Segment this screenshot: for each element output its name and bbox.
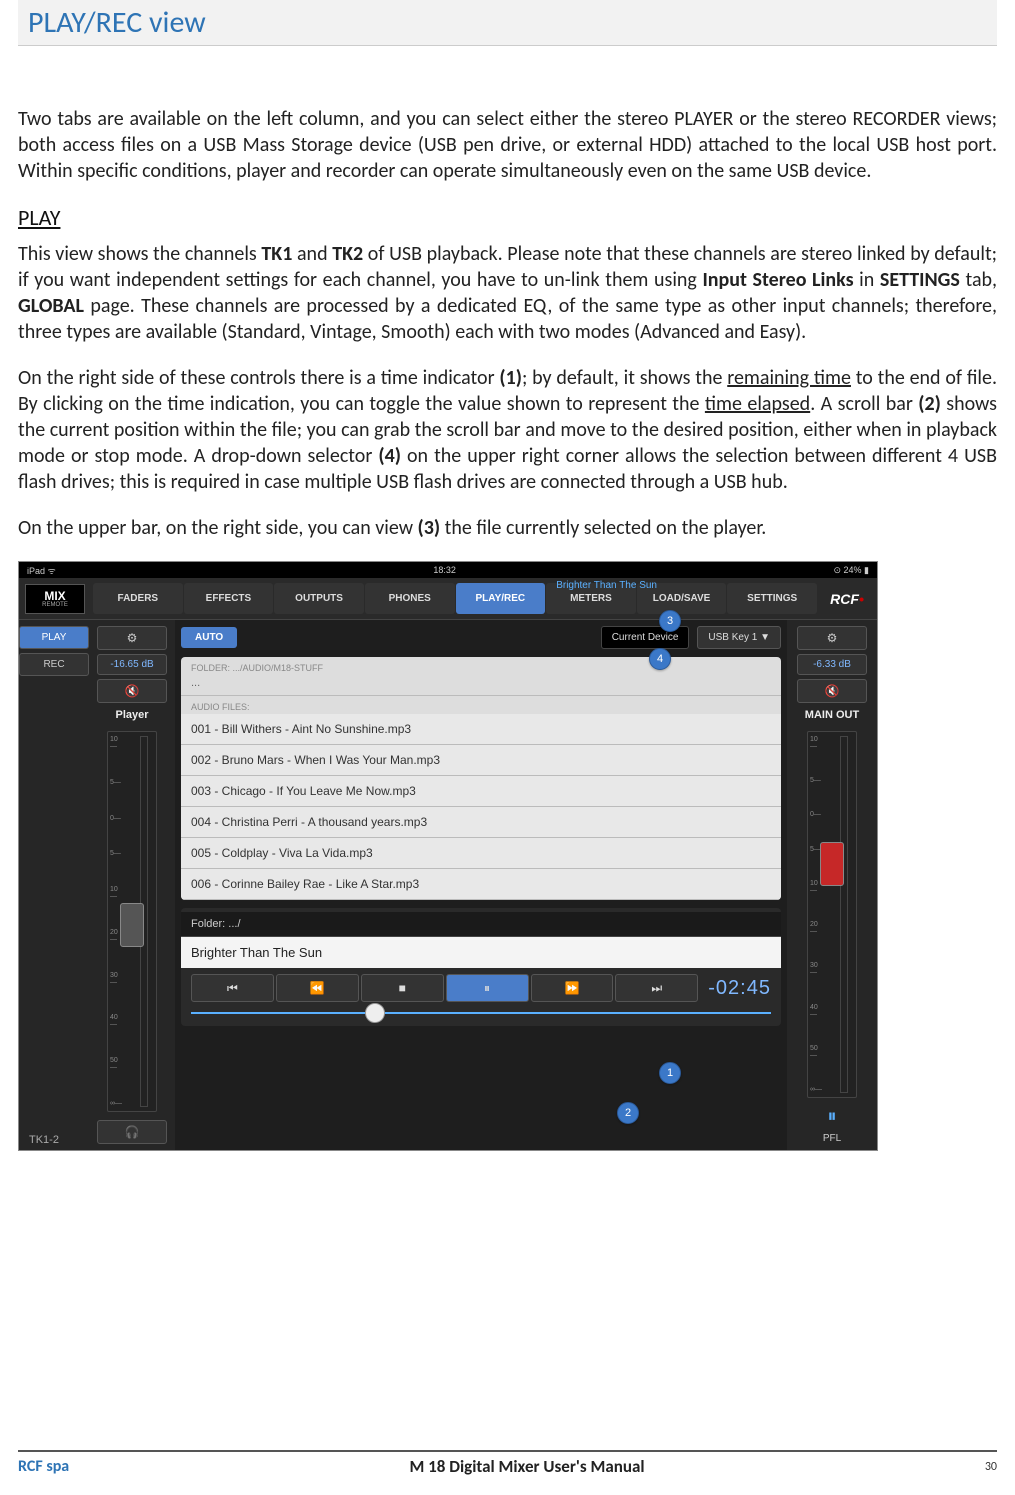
main-out-col: ⚙ -6.33 dB 🔇 MAIN OUT 10—5—0—5—10—20—30—…: [787, 620, 877, 1150]
nav-tabs: FADERS EFFECTS OUTPUTS PHONES PLAY/REC M…: [93, 583, 817, 614]
callout-ref-2: (2): [918, 392, 941, 416]
text-time-elapsed: time elapsed: [705, 392, 810, 416]
pause-button[interactable]: ⏸: [446, 974, 529, 1002]
text-tk2: TK2: [332, 242, 363, 266]
rec-tab[interactable]: REC: [19, 653, 89, 676]
tab-effects[interactable]: EFFECTS: [184, 583, 274, 614]
transport-panel: Folder: .../ Brighter Than The Sun ⏮ ⏪ ■…: [181, 908, 781, 1026]
callout-3: 3: [659, 610, 681, 632]
text-remaining-time: remaining time: [727, 366, 851, 390]
text: On the upper bar, on the right side, you…: [18, 516, 418, 540]
ipad-label: iPad ᯤ: [27, 564, 56, 577]
file-row[interactable]: 003 - Chicago - If You Leave Me Now.mp3: [181, 776, 781, 807]
tab-settings[interactable]: SETTINGS: [727, 583, 817, 614]
footer-title: M 18 Digital Mixer User's Manual: [409, 1456, 644, 1477]
prev-track-button[interactable]: ⏮: [191, 974, 274, 1002]
text-isl: Input Stereo Links: [702, 268, 853, 292]
callout-ref-4: (4): [378, 444, 401, 468]
text: page. These channels are processed by a …: [18, 294, 997, 344]
pfl-label: PFL: [823, 1133, 841, 1144]
pause-indicator-icon: ⏸: [828, 1106, 837, 1127]
folder-header: FOLDER: .../AUDIO/M18-STUFF: [181, 657, 781, 675]
play-heading: PLAY: [18, 204, 997, 231]
header-current-song: Brighter Than The Sun: [556, 580, 657, 591]
ipad-time: 18:32: [433, 565, 456, 575]
player-fader-knob[interactable]: [120, 903, 144, 947]
text: and: [292, 242, 332, 266]
play-para-2: On the right side of these controls ther…: [18, 365, 997, 495]
play-para-3: On the upper bar, on the right side, you…: [18, 515, 997, 541]
intro-paragraph: Two tabs are available on the left colum…: [18, 106, 997, 184]
logo-main: MIX: [44, 590, 65, 602]
rewind-button[interactable]: ⏪: [276, 974, 359, 1002]
files-header: AUDIO FILES:: [181, 696, 781, 714]
text-tk1: TK1: [261, 242, 292, 266]
progress-track[interactable]: [191, 1012, 771, 1014]
text: tab,: [960, 268, 997, 292]
player-channel-col: ⚙ -16.65 dB 🔇 Player 10—5—0—5—10—20—30—4…: [89, 620, 175, 1150]
text: This view shows the channels: [18, 242, 261, 266]
next-track-button[interactable]: ⏭: [615, 974, 698, 1002]
play-tab[interactable]: PLAY: [19, 626, 89, 649]
file-row[interactable]: 002 - Bruno Mars - When I Was Your Man.m…: [181, 745, 781, 776]
footer-company: RCF spa: [18, 1457, 69, 1476]
player-db-value[interactable]: -16.65 dB: [97, 654, 167, 675]
left-tabs-col: PLAY REC: [19, 620, 89, 1150]
forward-button[interactable]: ⏩: [531, 974, 614, 1002]
player-mute-icon[interactable]: 🔇: [97, 679, 167, 703]
rcf-logo: RCF•: [817, 591, 877, 607]
logo-sub: REMOTE: [42, 602, 68, 608]
main-fader-knob[interactable]: [820, 842, 844, 886]
section-title: PLAY/REC view: [18, 0, 997, 46]
text: the file currently selected on the playe…: [440, 516, 766, 540]
main-out-label: MAIN OUT: [805, 709, 859, 721]
callout-2: 2: [617, 1102, 639, 1124]
callout-4: 4: [649, 648, 671, 670]
file-row[interactable]: 001 - Bill Withers - Aint No Sunshine.mp…: [181, 714, 781, 745]
footer-page-number: 30: [985, 1460, 997, 1474]
headphones-icon[interactable]: 🎧: [97, 1120, 167, 1144]
player-label: Player: [115, 709, 148, 721]
page-footer: RCF spa M 18 Digital Mixer User's Manual…: [18, 1450, 997, 1477]
player-settings-icon[interactable]: ⚙: [97, 626, 167, 650]
ipad-battery: ⊙ 24% ▮: [833, 565, 869, 576]
auto-button[interactable]: AUTO: [181, 627, 237, 648]
progress-knob[interactable]: [365, 1003, 385, 1023]
file-browser-col: AUTO Current Device USB Key 1 ▼ FOLDER: …: [175, 620, 787, 1150]
file-row[interactable]: 005 - Coldplay - Viva La Vida.mp3: [181, 838, 781, 869]
time-indicator[interactable]: -02:45: [708, 977, 771, 1000]
main-mute-icon[interactable]: 🔇: [797, 679, 867, 703]
tab-playrec[interactable]: PLAY/REC: [456, 583, 546, 614]
stop-button[interactable]: ■: [361, 974, 444, 1002]
app-header: MIX REMOTE FADERS EFFECTS OUTPUTS PHONES…: [19, 578, 877, 620]
app-logo: MIX REMOTE: [25, 584, 85, 614]
text: . A scroll bar: [810, 392, 918, 416]
file-row[interactable]: 004 - Christina Perri - A thousand years…: [181, 807, 781, 838]
tab-outputs[interactable]: OUTPUTS: [274, 583, 364, 614]
tab-phones[interactable]: PHONES: [365, 583, 455, 614]
file-panel: FOLDER: .../AUDIO/M18-STUFF ... AUDIO FI…: [181, 657, 781, 900]
current-folder-row: Folder: .../: [181, 912, 781, 937]
file-row[interactable]: 006 - Corinne Bailey Rae - Like A Star.m…: [181, 869, 781, 900]
current-file-row: Brighter Than The Sun: [181, 937, 781, 968]
main-settings-icon[interactable]: ⚙: [797, 626, 867, 650]
folder-up[interactable]: ...: [181, 675, 781, 696]
tab-faders[interactable]: FADERS: [93, 583, 183, 614]
ipad-status-bar: iPad ᯤ 18:32 ⊙ 24% ▮: [19, 562, 877, 578]
text: ; by default, it shows the: [522, 366, 727, 390]
text: in: [854, 268, 880, 292]
app-screenshot: iPad ᯤ 18:32 ⊙ 24% ▮ Brighter Than The S…: [18, 561, 878, 1151]
player-fader[interactable]: 10—5—0—5—10—20—30—40—50—∞—: [107, 731, 157, 1112]
tk-channel-label: TK1-2: [29, 1134, 59, 1146]
text: On the right side of these controls ther…: [18, 366, 499, 390]
callout-ref-3: (3): [418, 516, 441, 540]
main-db-value[interactable]: -6.33 dB: [797, 654, 867, 675]
main-fader[interactable]: 10—5—0—5—10—20—30—40—50—∞—: [807, 731, 857, 1098]
usb-device-selector[interactable]: USB Key 1 ▼: [697, 626, 781, 649]
callout-1: 1: [659, 1062, 681, 1084]
play-para-1: This view shows the channels TK1 and TK2…: [18, 241, 997, 345]
text-global: GLOBAL: [18, 294, 84, 318]
text-settings: SETTINGS: [880, 268, 960, 292]
callout-ref-1: (1): [499, 366, 522, 390]
